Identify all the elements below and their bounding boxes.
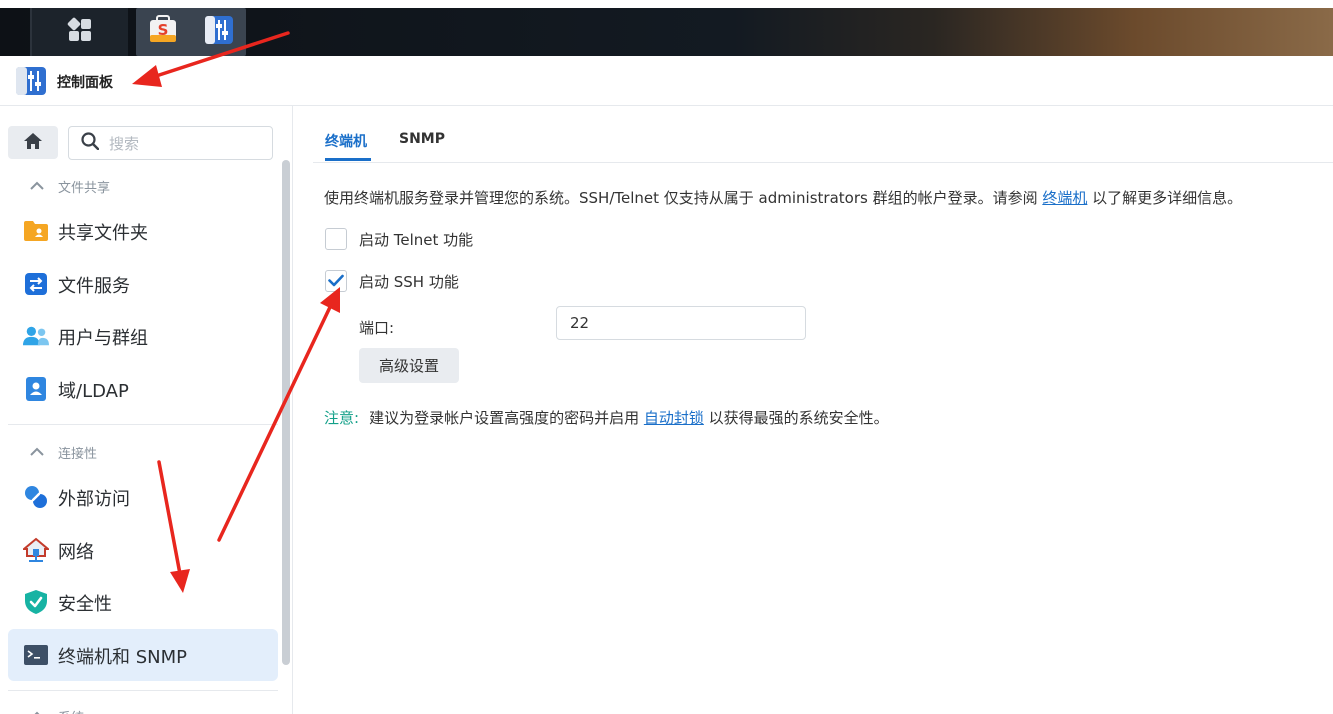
control-panel-icon[interactable] [204,15,234,49]
search-input[interactable]: 搜索 [68,126,273,160]
window-title: 控制面板 [57,75,113,91]
sidebar-item-file-services[interactable]: 文件服务 [8,258,278,310]
taskbar: S [0,0,1333,56]
sidebar-item-external-access[interactable]: 外部访问 [8,471,278,523]
sidebar-item-label: 终端机和 SNMP [58,647,187,668]
home-button[interactable] [8,126,58,159]
section-header-connectivity[interactable]: 连接性 [30,443,97,462]
sidebar-item-security[interactable]: 安全性 [8,576,278,628]
sidebar-divider [8,690,278,691]
sidebar-scrollbar[interactable] [282,160,290,665]
sidebar: 搜索 文件共享 共享文件夹 文件服务 用户与群组 域/LDAP 连接性 外部访问… [0,106,293,714]
description-text: 使用终端机服务登录并管理您的系统。SSH/Telnet 仅支持从属于 admin… [324,187,1242,208]
active-tab-indicator [325,158,371,161]
home-icon [23,132,43,154]
telnet-label: 启动 Telnet 功能 [359,230,474,249]
package-center-icon[interactable]: S [148,15,178,49]
section-header-system[interactable]: 系统 [30,707,84,714]
tab-bar: 终端机 SNMP [313,106,1333,163]
telnet-option[interactable]: 启动 Telnet 功能 [325,228,473,250]
section-header-file-sharing[interactable]: 文件共享 [30,177,110,196]
security-note: 注意: 建议为登录帐户设置高强度的密码并启用 自动封锁 以获得最强的系统安全性。 [324,407,889,428]
tab-terminal[interactable]: 终端机 [325,131,367,151]
section-title: 系统 [58,707,84,714]
ssh-checkbox[interactable] [325,270,347,292]
security-shield-icon [23,589,49,615]
control-panel-icon [16,67,46,99]
network-icon [23,537,49,563]
main-content: 终端机 SNMP 使用终端机服务登录并管理您的系统。SSH/Telnet 仅支持… [293,106,1333,714]
sidebar-item-label: 用户与群组 [58,328,148,349]
description-prefix: 使用终端机服务登录并管理您的系统。SSH/Telnet 仅支持从属于 admin… [324,189,1043,207]
window-header: 控制面板 [0,56,1333,106]
section-title: 连接性 [58,447,98,462]
top-edge [0,0,1333,8]
note-prefix: 建议为登录帐户设置高强度的密码并启用 [369,409,644,427]
port-field[interactable]: 22 [556,306,806,340]
ssh-label: 启动 SSH 功能 [359,272,459,291]
sidebar-item-shared-folder[interactable]: 共享文件夹 [8,205,278,257]
users-groups-icon [23,323,49,349]
chevron-up-icon [30,709,46,714]
advanced-settings-button[interactable]: 高级设置 [359,348,459,383]
taskbar-open-apps: S [136,8,246,56]
main-menu-icon [67,17,93,47]
file-services-icon [23,271,49,297]
checkmark-icon [328,272,344,291]
sidebar-item-label: 共享文件夹 [58,223,148,244]
search-icon [69,132,100,154]
ssh-option[interactable]: 启动 SSH 功能 [325,270,459,292]
note-suffix: 以获得最强的系统安全性。 [703,409,889,427]
shared-folder-icon [23,218,49,244]
chevron-up-icon [30,179,46,194]
description-suffix: 以了解更多详细信息。 [1087,189,1243,207]
sidebar-item-users-groups[interactable]: 用户与群组 [8,310,278,362]
auto-block-link[interactable]: 自动封锁 [644,409,704,427]
search-placeholder: 搜索 [109,134,140,153]
tab-snmp[interactable]: SNMP [399,131,445,147]
sidebar-item-label: 网络 [58,542,94,563]
terminal-help-link[interactable]: 终端机 [1042,189,1087,207]
sidebar-item-label: 域/LDAP [58,381,129,402]
sidebar-item-domain-ldap[interactable]: 域/LDAP [8,363,278,415]
telnet-checkbox[interactable] [325,228,347,250]
sidebar-item-label: 安全性 [58,594,112,615]
sidebar-item-label: 外部访问 [58,489,130,510]
terminal-icon [23,642,49,668]
chevron-up-icon [30,445,46,460]
domain-ldap-icon [23,376,49,402]
sidebar-item-terminal-snmp[interactable]: 终端机和 SNMP [8,629,278,681]
main-menu-button[interactable] [32,8,128,56]
sidebar-item-label: 文件服务 [58,276,130,297]
note-label: 注意: [324,409,360,427]
sidebar-divider [8,424,278,425]
sidebar-item-network[interactable]: 网络 [8,524,278,576]
svg-text:S: S [158,21,169,39]
external-access-icon [23,484,49,510]
port-label: 端口: [359,319,395,337]
section-title: 文件共享 [58,181,111,196]
